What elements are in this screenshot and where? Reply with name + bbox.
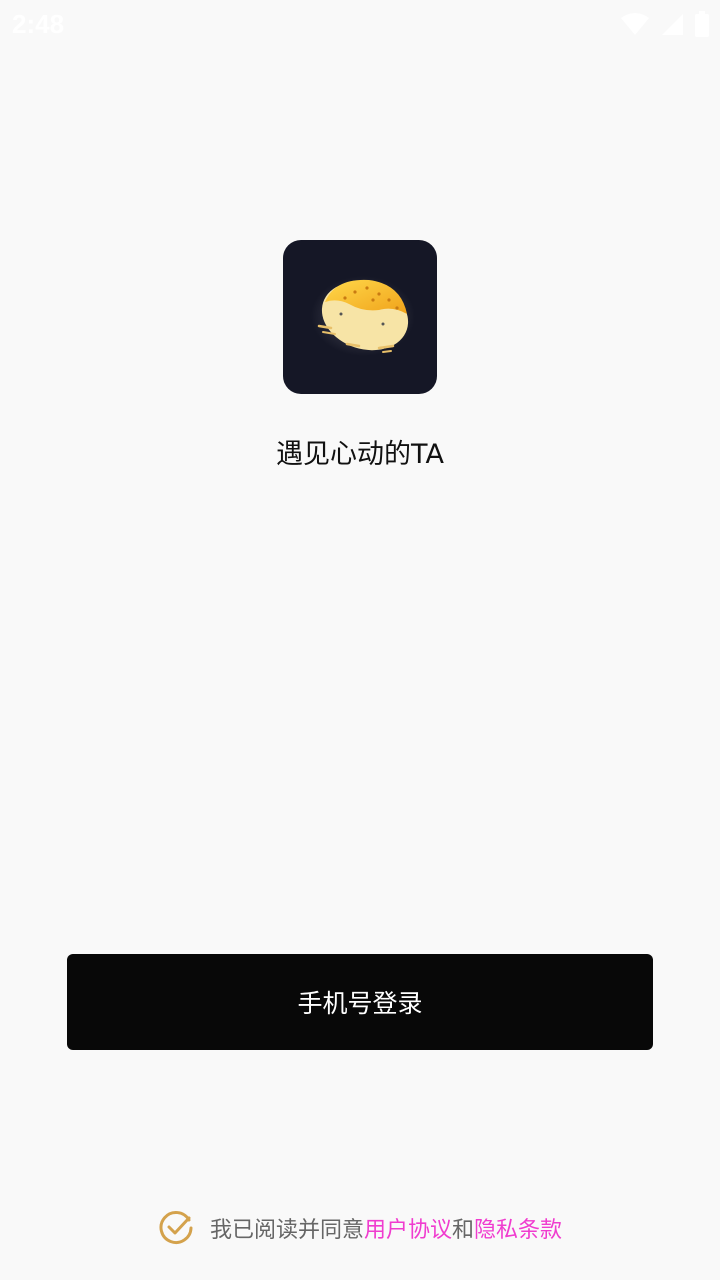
status-time: 2:48 xyxy=(12,9,65,39)
bread-logo-icon xyxy=(311,276,415,356)
agreement-conjunction: 和 xyxy=(452,1218,475,1243)
login-screen: 2:48 遇见心动的TA 手机号登录 我已阅读并同意 用户协议 和 隐私条款 xyxy=(0,0,720,1280)
check-circle-icon[interactable] xyxy=(158,1209,196,1247)
privacy-policy-link[interactable]: 隐私条款 xyxy=(474,1212,562,1244)
app-slogan: 遇见心动的TA xyxy=(276,439,444,470)
cell-signal-icon xyxy=(662,14,683,35)
status-bar: 2:48 xyxy=(0,0,720,48)
app-logo xyxy=(283,240,437,394)
agreement-prefix: 我已阅读并同意 xyxy=(209,1218,364,1243)
phone-login-button[interactable]: 手机号登录 xyxy=(67,954,653,1050)
agreement-row: 我已阅读并同意 用户协议 和 隐私条款 xyxy=(0,1208,720,1248)
wifi-icon xyxy=(621,13,649,35)
battery-icon xyxy=(695,11,709,37)
status-icons xyxy=(620,10,710,38)
user-agreement-link[interactable]: 用户协议 xyxy=(364,1212,452,1244)
